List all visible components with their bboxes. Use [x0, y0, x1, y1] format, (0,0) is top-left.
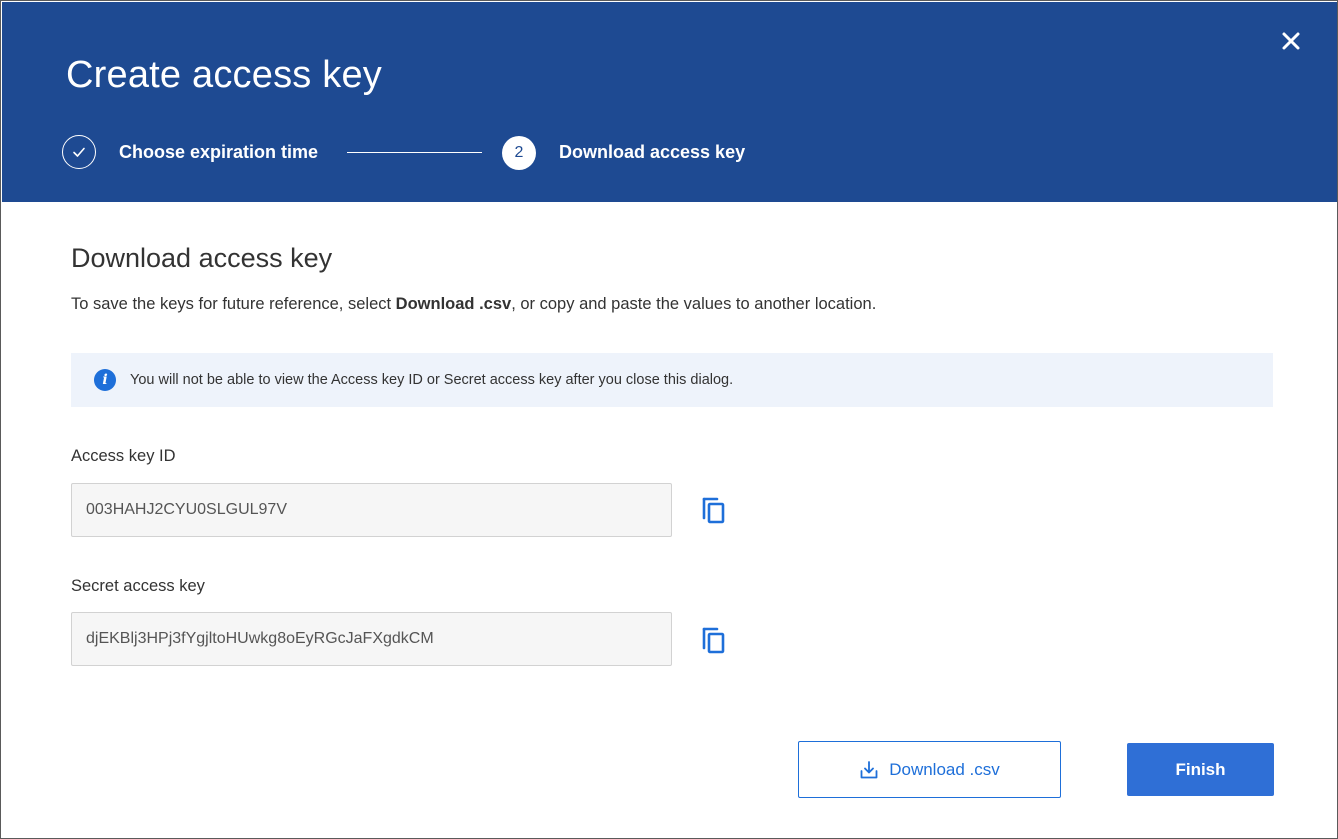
- access-key-id-field[interactable]: [71, 483, 672, 537]
- intro-text-bold: Download .csv: [395, 295, 512, 313]
- secret-access-key-label: Secret access key: [71, 577, 205, 595]
- copy-icon: [702, 627, 725, 654]
- info-icon: i: [94, 369, 116, 391]
- section-title: Download access key: [71, 243, 333, 273]
- step-2-number: 2: [502, 136, 536, 170]
- secret-access-key-field[interactable]: [71, 612, 672, 666]
- copy-access-key-button[interactable]: [697, 493, 729, 527]
- dialog-header: Create access key Choose expiration time…: [2, 2, 1337, 202]
- close-button[interactable]: [1274, 24, 1308, 58]
- stepper: Choose expiration time 2 Download access…: [62, 133, 862, 173]
- create-access-key-dialog: Create access key Choose expiration time…: [0, 0, 1338, 839]
- step-1-check-circle-icon: [62, 135, 96, 169]
- dialog-title: Create access key: [66, 54, 382, 96]
- step-1-label: Choose expiration time: [119, 142, 319, 162]
- intro-text-end: , or copy and paste the values to anothe…: [511, 295, 877, 313]
- step-2-label: Download access key: [559, 142, 746, 162]
- intro-text-start: To save the keys for future reference, s…: [71, 295, 396, 313]
- info-alert: i You will not be able to view the Acces…: [71, 353, 1273, 407]
- intro-text: To save the keys for future reference, s…: [71, 295, 876, 314]
- download-csv-button[interactable]: Download .csv: [798, 741, 1061, 798]
- copy-icon: [702, 497, 725, 524]
- finish-button[interactable]: Finish: [1127, 743, 1274, 796]
- download-icon: [860, 760, 878, 778]
- step-connector: [347, 152, 482, 153]
- access-key-id-label: Access key ID: [71, 447, 176, 465]
- info-message: You will not be able to view the Access …: [130, 372, 734, 388]
- close-icon: [1282, 32, 1300, 50]
- download-csv-label: Download .csv: [889, 759, 1000, 779]
- copy-secret-key-button[interactable]: [697, 623, 729, 657]
